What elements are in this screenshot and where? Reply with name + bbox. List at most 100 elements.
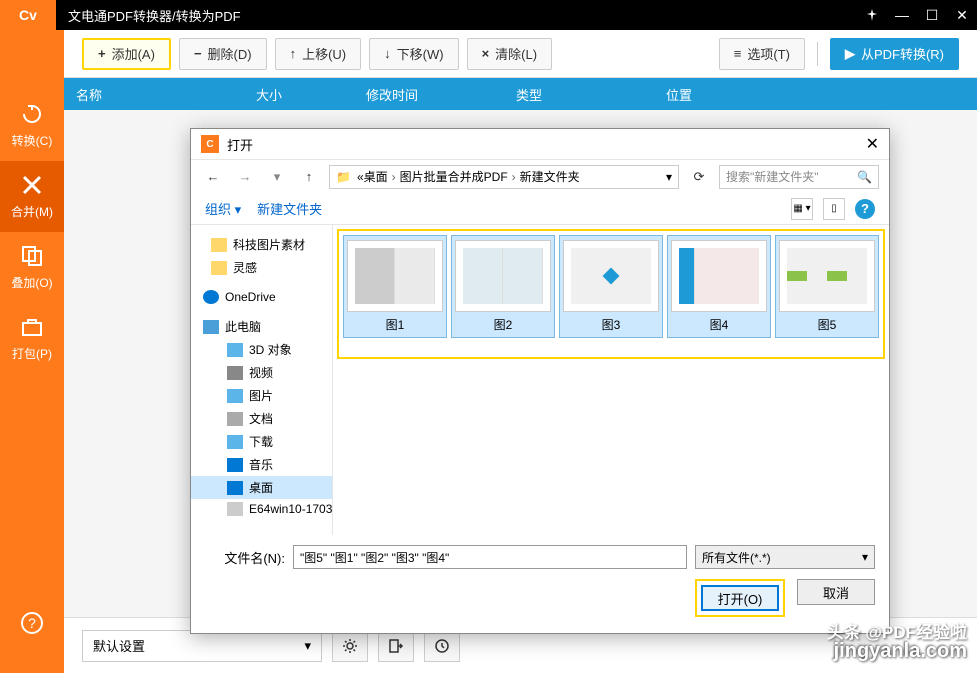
clear-button[interactable]: ×清除(L) bbox=[467, 38, 552, 70]
tree-item-pc[interactable]: 此电脑 bbox=[191, 315, 332, 338]
dialog-nav: ← → ▾ ↑ 📁 « 桌面› 图片批量合并成PDF› 新建文件夹 ▾ ⟳ 搜索… bbox=[191, 159, 889, 193]
search-input[interactable]: 搜索"新建文件夹" 🔍 bbox=[719, 165, 879, 189]
filename-label: 文件名(N): bbox=[205, 548, 285, 567]
package-icon bbox=[20, 315, 44, 339]
convert-icon bbox=[20, 102, 44, 126]
dialog-close-button[interactable]: ✕ bbox=[866, 134, 879, 154]
documents-icon bbox=[227, 412, 243, 426]
file-item[interactable]: 图5 bbox=[775, 235, 879, 338]
window-title: 文电通PDF转换器/转换为PDF bbox=[56, 6, 857, 25]
tree-item-desktop[interactable]: 桌面 bbox=[191, 476, 332, 499]
watermark-url: jingyanla.com bbox=[834, 640, 967, 663]
col-location[interactable]: 位置 bbox=[654, 85, 977, 104]
dialog-title: 打开 bbox=[227, 135, 253, 154]
tree-item-onedrive[interactable]: OneDrive bbox=[191, 287, 332, 307]
folder-tree: 科技图片素材 灵感 OneDrive 此电脑 3D 对象 视频 图片 文档 下载… bbox=[191, 225, 333, 535]
options-button[interactable]: ≡选项(T) bbox=[719, 38, 805, 70]
dialog-footer: 文件名(N): 所有文件(*.*)▾ 打开(O) 取消 bbox=[191, 535, 889, 633]
overlay-icon bbox=[20, 244, 44, 268]
file-list: 图1 图2 图3 图4 图5 bbox=[333, 225, 889, 535]
export-button[interactable] bbox=[378, 630, 414, 662]
titlebar: Cv 文电通PDF转换器/转换为PDF — ☐ ✕ bbox=[0, 0, 977, 30]
sidebar-item-merge[interactable]: 合并(M) bbox=[0, 161, 64, 232]
tree-item[interactable]: 图片 bbox=[191, 384, 332, 407]
tree-item[interactable]: 3D 对象 bbox=[191, 338, 332, 361]
preview-pane-button[interactable]: ▯ bbox=[823, 198, 845, 220]
col-type[interactable]: 类型 bbox=[504, 85, 654, 104]
breadcrumb[interactable]: 📁 « 桌面› 图片批量合并成PDF› 新建文件夹 ▾ bbox=[329, 165, 679, 189]
file-item[interactable]: 图1 bbox=[343, 235, 447, 338]
file-thumbnail bbox=[779, 240, 875, 312]
merge-icon bbox=[20, 173, 44, 197]
desktop-icon bbox=[227, 481, 243, 495]
tree-item[interactable]: 音乐 bbox=[191, 453, 332, 476]
move-down-button[interactable]: ↓下移(W) bbox=[369, 38, 458, 70]
sidebar-label: 合并(M) bbox=[11, 203, 53, 220]
filename-input[interactable] bbox=[293, 545, 687, 569]
col-size[interactable]: 大小 bbox=[244, 85, 354, 104]
clock-icon bbox=[434, 638, 450, 654]
convert-from-pdf-button[interactable]: ▶从PDF转换(R) bbox=[830, 38, 959, 70]
file-item[interactable]: 图3 bbox=[559, 235, 663, 338]
file-thumbnail bbox=[455, 240, 551, 312]
open-dialog: C 打开 ✕ ← → ▾ ↑ 📁 « 桌面› 图片批量合并成PDF› 新建文件夹… bbox=[190, 128, 890, 634]
organize-menu[interactable]: 组织 ▾ bbox=[205, 199, 241, 218]
sidebar-item-overlay[interactable]: 叠加(O) bbox=[0, 232, 64, 303]
close-button[interactable]: ✕ bbox=[947, 0, 977, 30]
view-mode-button[interactable]: ▦ ▾ bbox=[791, 198, 813, 220]
onedrive-icon bbox=[203, 290, 219, 304]
history-button[interactable] bbox=[424, 630, 460, 662]
drive-icon bbox=[227, 502, 243, 516]
folder-icon bbox=[211, 261, 227, 275]
app-logo: Cv bbox=[0, 0, 56, 30]
nav-recent[interactable]: ▾ bbox=[265, 169, 289, 185]
pc-icon bbox=[203, 320, 219, 334]
add-button[interactable]: +添加(A) bbox=[82, 38, 171, 70]
tree-item[interactable]: 视频 bbox=[191, 361, 332, 384]
col-name[interactable]: 名称 bbox=[64, 85, 244, 104]
file-thumbnail bbox=[563, 240, 659, 312]
video-icon bbox=[227, 366, 243, 380]
dialog-titlebar: C 打开 ✕ bbox=[191, 129, 889, 159]
nav-up[interactable]: ↑ bbox=[297, 169, 321, 184]
tree-item[interactable]: 文档 bbox=[191, 407, 332, 430]
nav-forward[interactable]: → bbox=[233, 169, 257, 184]
nav-refresh[interactable]: ⟳ bbox=[687, 169, 711, 185]
tree-item[interactable]: 下载 bbox=[191, 430, 332, 453]
open-button[interactable]: 打开(O) bbox=[701, 585, 779, 611]
file-thumbnail bbox=[671, 240, 767, 312]
nav-back[interactable]: ← bbox=[201, 169, 225, 184]
file-type-filter[interactable]: 所有文件(*.*)▾ bbox=[695, 545, 875, 569]
gear-icon bbox=[342, 638, 358, 654]
cancel-button[interactable]: 取消 bbox=[797, 579, 875, 605]
tree-item[interactable]: 科技图片素材 bbox=[191, 233, 332, 256]
minimize-button[interactable]: — bbox=[887, 0, 917, 30]
tree-item[interactable]: 灵感 bbox=[191, 256, 332, 279]
help-button[interactable]: ? bbox=[855, 199, 875, 219]
pictures-icon bbox=[227, 389, 243, 403]
file-thumbnail bbox=[347, 240, 443, 312]
3d-icon bbox=[227, 343, 243, 357]
sidebar-help[interactable]: ? bbox=[0, 599, 64, 653]
file-item[interactable]: 图2 bbox=[451, 235, 555, 338]
dialog-toolbar: 组织 ▾ 新建文件夹 ▦ ▾ ▯ ? bbox=[191, 193, 889, 225]
tree-item[interactable]: E64win10-1703 bbox=[191, 499, 332, 519]
dialog-logo: C bbox=[201, 135, 219, 153]
sidebar-label: 打包(P) bbox=[12, 345, 52, 362]
move-up-button[interactable]: ↑上移(U) bbox=[275, 38, 362, 70]
col-time[interactable]: 修改时间 bbox=[354, 85, 504, 104]
pin-button[interactable] bbox=[857, 0, 887, 30]
remove-button[interactable]: −删除(D) bbox=[179, 38, 267, 70]
sidebar-item-package[interactable]: 打包(P) bbox=[0, 303, 64, 374]
folder-icon bbox=[211, 238, 227, 252]
list-header: 名称 大小 修改时间 类型 位置 bbox=[64, 78, 977, 110]
downloads-icon bbox=[227, 435, 243, 449]
file-item[interactable]: 图4 bbox=[667, 235, 771, 338]
maximize-button[interactable]: ☐ bbox=[917, 0, 947, 30]
preset-dropdown[interactable]: 默认设置▾ bbox=[82, 630, 322, 662]
export-icon bbox=[388, 638, 404, 654]
sidebar-item-convert[interactable]: 转换(C) bbox=[0, 90, 64, 161]
settings-button[interactable] bbox=[332, 630, 368, 662]
sidebar: 转换(C) 合并(M) 叠加(O) 打包(P) ? bbox=[0, 30, 64, 673]
new-folder-button[interactable]: 新建文件夹 bbox=[257, 199, 322, 218]
